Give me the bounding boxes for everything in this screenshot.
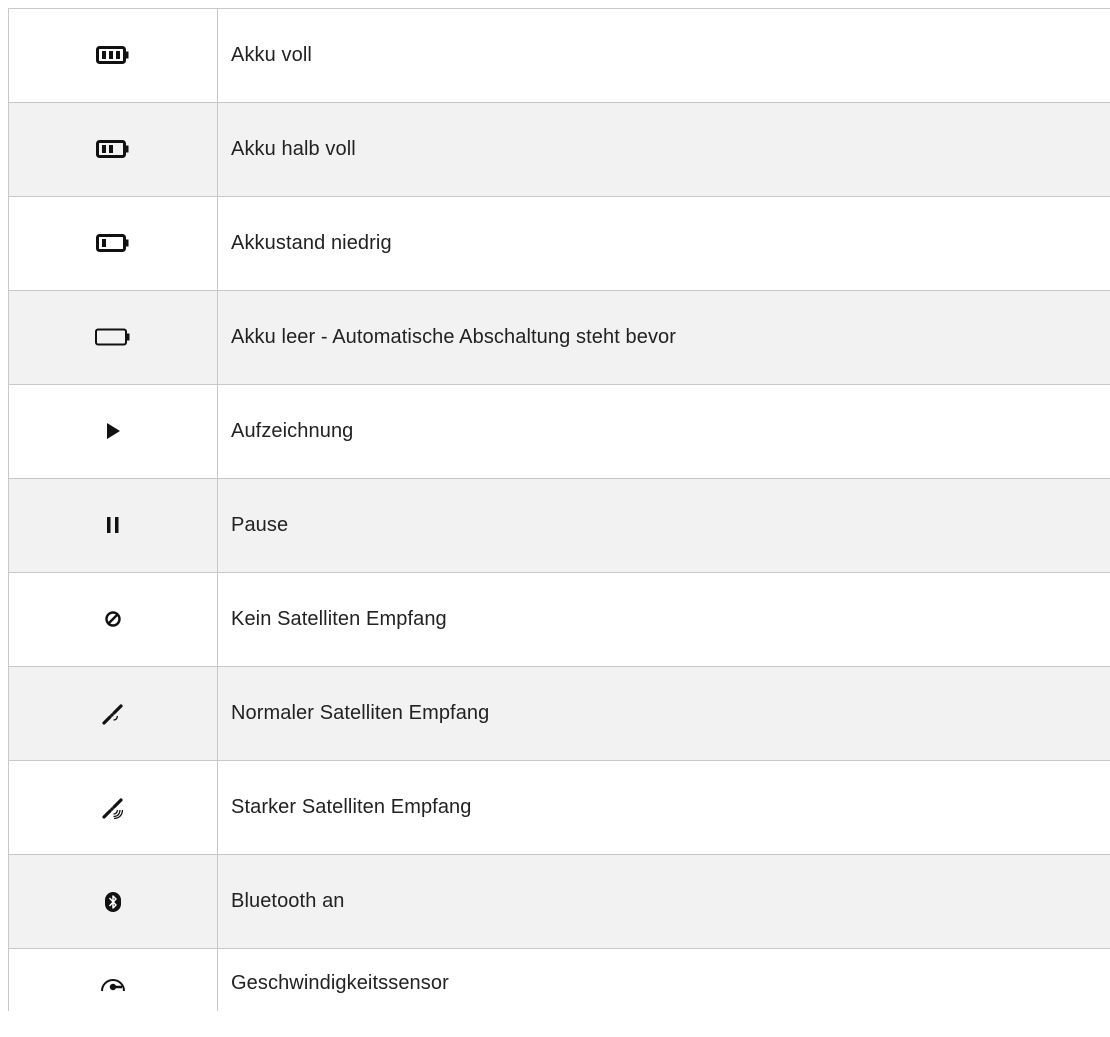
icon-cell — [8, 854, 218, 949]
icon-cell — [8, 572, 218, 667]
battery-low-icon — [96, 234, 129, 253]
table-row: Bluetooth an — [8, 854, 1110, 949]
table-row: Kein Satelliten Empfang — [8, 572, 1110, 667]
pause-icon — [107, 517, 119, 534]
icon-cell — [8, 478, 218, 573]
table-row: Akkustand niedrig — [8, 196, 1110, 291]
table-row: Aufzeichnung — [8, 384, 1110, 479]
play-icon — [107, 423, 120, 440]
icon-cell — [8, 8, 218, 103]
table-row: Akku halb voll — [8, 102, 1110, 197]
icon-cell — [8, 948, 218, 1011]
row-label: Akku voll — [217, 8, 1110, 103]
icon-cell — [8, 760, 218, 855]
row-label: Normaler Satelliten Empfang — [217, 666, 1110, 761]
row-label: Pause — [217, 478, 1110, 573]
no-signal-icon — [105, 611, 121, 628]
table-row: Akku voll — [8, 8, 1110, 103]
icon-cell — [8, 196, 218, 291]
row-label: Aufzeichnung — [217, 384, 1110, 479]
row-label: Geschwindigkeitssensor — [217, 948, 1110, 1011]
row-label: Akku halb voll — [217, 102, 1110, 197]
icon-cell — [8, 384, 218, 479]
table-row: Geschwindigkeitssensor — [8, 948, 1110, 1011]
row-label: Akku leer - Automatische Abschaltung ste… — [217, 290, 1110, 385]
icon-cell — [8, 290, 218, 385]
satellite-strong-icon — [102, 797, 124, 819]
table-row: Akku leer - Automatische Abschaltung ste… — [8, 290, 1110, 385]
satellite-normal-icon — [102, 703, 123, 725]
icon-legend-table: Akku voll Akku halb voll Akkustand niedr… — [8, 8, 1110, 1011]
battery-full-icon — [96, 46, 129, 65]
table-row: Starker Satelliten Empfang — [8, 760, 1110, 855]
icon-cell — [8, 666, 218, 761]
row-label: Starker Satelliten Empfang — [217, 760, 1110, 855]
table-row: Normaler Satelliten Empfang — [8, 666, 1110, 761]
row-label: Kein Satelliten Empfang — [217, 572, 1110, 667]
icon-cell — [8, 102, 218, 197]
row-label: Akkustand niedrig — [217, 196, 1110, 291]
battery-half-icon — [96, 140, 129, 159]
speed-sensor-icon — [101, 979, 125, 992]
battery-empty-icon — [95, 328, 130, 346]
row-label: Bluetooth an — [217, 854, 1110, 949]
table-row: Pause — [8, 478, 1110, 573]
bluetooth-icon — [105, 891, 121, 912]
